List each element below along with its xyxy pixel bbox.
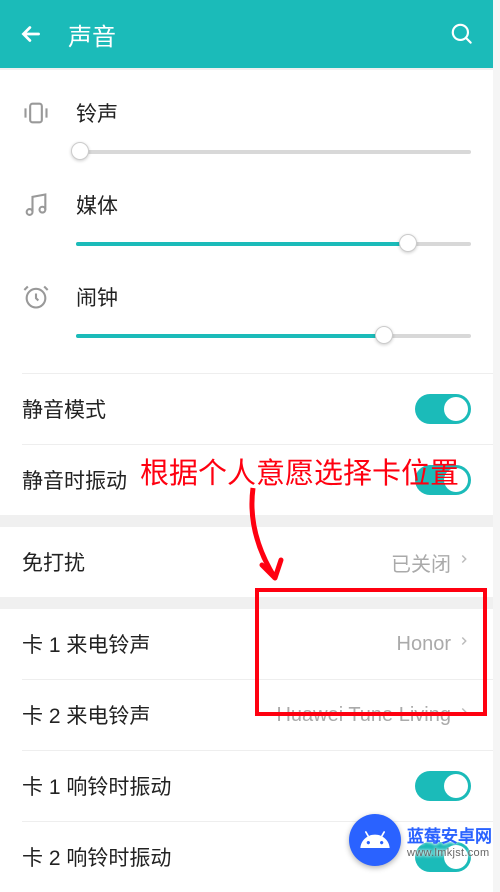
watermark-title: 蓝莓安卓网 [407, 822, 492, 847]
sim1-vibrate-toggle[interactable] [415, 771, 471, 801]
annotation-arrow [235, 483, 305, 593]
ringtone-vibrate-icon [22, 99, 62, 127]
watermark-url: www.lmkjst.com [407, 847, 492, 859]
media-music-icon [22, 191, 62, 219]
alarm-slider[interactable] [76, 326, 471, 346]
silent-mode-row[interactable]: 静音模式 [0, 374, 493, 444]
silent-mode-label: 静音模式 [22, 394, 106, 424]
sim2-ringtone-label: 卡 2 来电铃声 [22, 700, 150, 730]
alarm-label: 闹钟 [76, 282, 118, 312]
back-icon[interactable] [18, 21, 48, 47]
sim1-vibrate-row[interactable]: 卡 1 响铃时振动 [0, 751, 493, 821]
vibrate-silent-label: 静音时振动 [22, 465, 127, 495]
watermark: 蓝莓安卓网 www.lmkjst.com [349, 814, 492, 866]
page-title: 声音 [68, 17, 445, 52]
alarm-clock-icon [22, 283, 62, 311]
sim2-vibrate-label: 卡 2 响铃时振动 [22, 842, 171, 872]
sim1-ringtone-label: 卡 1 来电铃声 [22, 629, 150, 659]
media-slider[interactable] [76, 234, 471, 254]
watermark-logo-icon [349, 814, 401, 866]
ringtone-label: 铃声 [76, 98, 118, 128]
silent-mode-toggle[interactable] [415, 394, 471, 424]
annotation-highlight-box [255, 588, 487, 716]
dnd-label: 免打扰 [22, 547, 85, 577]
sim1-vibrate-label: 卡 1 响铃时振动 [22, 771, 171, 801]
media-label: 媒体 [76, 190, 118, 220]
ringtone-slider[interactable] [76, 142, 471, 162]
search-icon[interactable] [445, 21, 475, 47]
dnd-value: 已关闭 [391, 548, 451, 577]
chevron-right-icon [457, 549, 471, 575]
